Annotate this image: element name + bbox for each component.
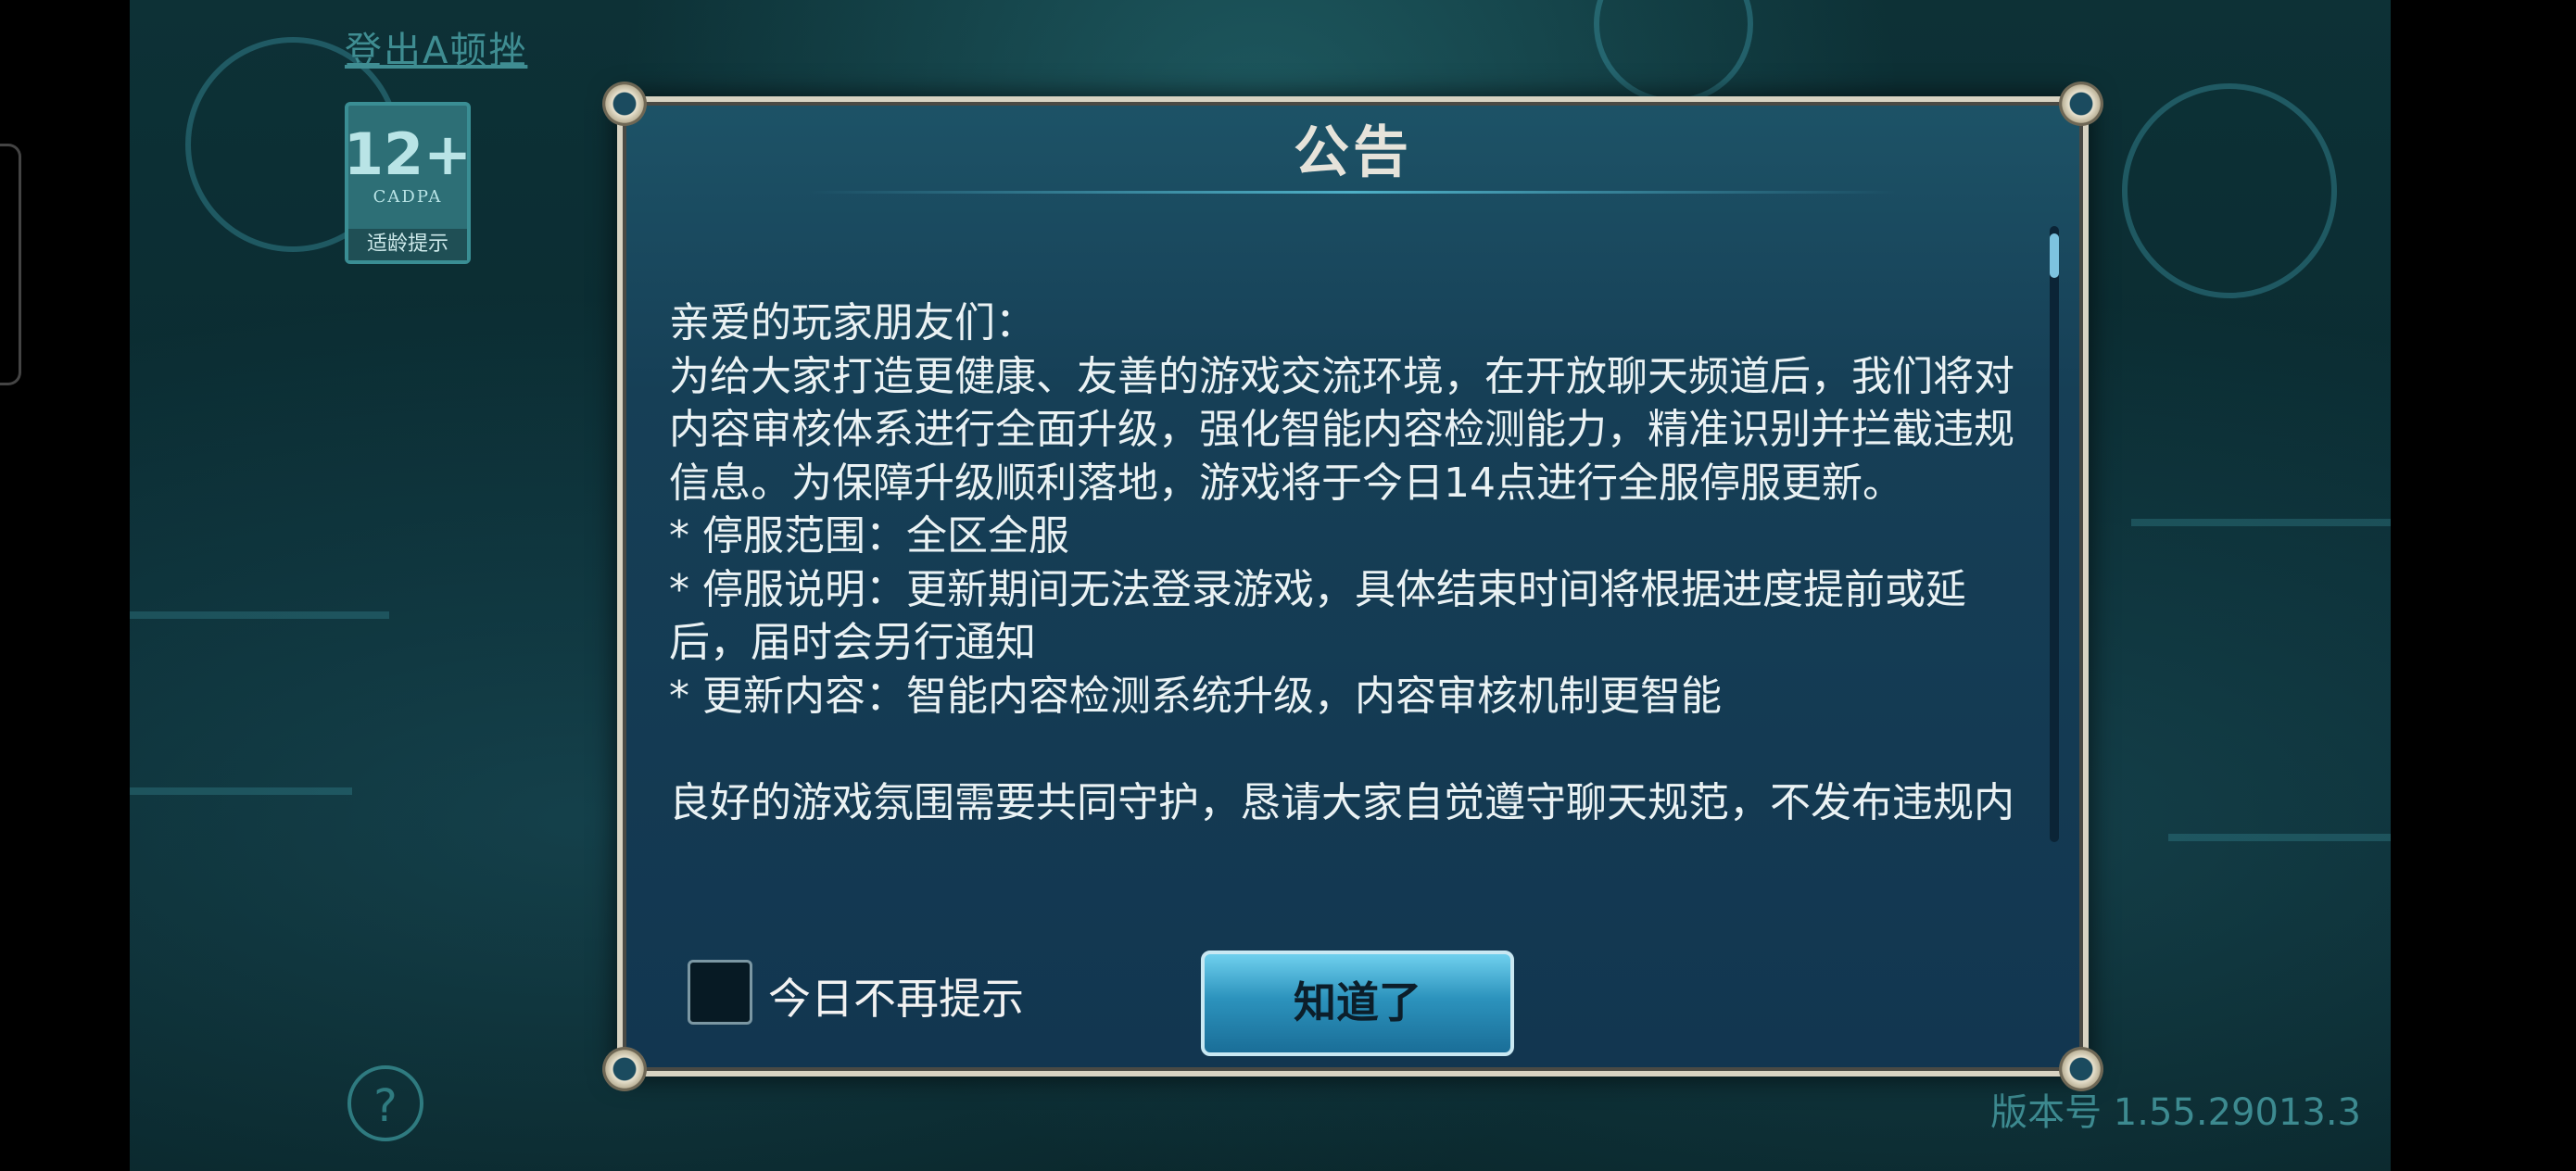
- circuit-decoration: [2122, 83, 2337, 298]
- acknowledge-button[interactable]: 知道了: [1201, 951, 1514, 1056]
- help-button[interactable]: ?: [347, 1065, 423, 1141]
- content-scrollbar[interactable]: [2050, 226, 2059, 842]
- device-notch: [0, 144, 21, 385]
- age-rating-org: CADPA: [373, 187, 443, 207]
- announcement-paragraph: * 停服说明：更新期间无法登录游戏，具体结束时间将根据进度提前或延后，届时会另行…: [669, 565, 1966, 667]
- dialog-title: 公告: [1294, 120, 1412, 185]
- announcement-paragraph: [669, 723, 2040, 776]
- dont-show-today-checkbox[interactable]: [688, 960, 752, 1025]
- announcement-paragraph: 为给大家打造更健康、友善的游戏交流环境，在开放聊天频道后，我们将对内容审核体系进…: [669, 352, 2014, 507]
- circuit-decoration: [1594, 0, 1753, 104]
- announcement-paragraph: 良好的游戏氛围需要共同守护，恳请大家自觉遵守聊天规范，不发布违规内容，同时积极参…: [669, 778, 2014, 826]
- circuit-trace: [130, 787, 352, 795]
- announcement-paragraph: 亲爱的玩家朋友们：: [669, 299, 1036, 346]
- age-rating-badge[interactable]: 12+ CADPA 适龄提示: [343, 102, 473, 264]
- logout-link[interactable]: 登出A顿挫: [345, 20, 527, 74]
- announcement-dialog: 公告 亲爱的玩家朋友们： 为给大家打造更健康、友善的游戏交流环境，在开放聊天频道…: [602, 82, 2103, 1091]
- corner-ornament: [2059, 1047, 2103, 1091]
- circuit-trace: [2168, 834, 2391, 841]
- circuit-trace: [2131, 519, 2391, 526]
- announcement-content[interactable]: 亲爱的玩家朋友们： 为给大家打造更健康、友善的游戏交流环境，在开放聊天频道后，我…: [669, 296, 2040, 829]
- circuit-trace: [130, 611, 389, 619]
- scrollbar-thumb[interactable]: [2050, 233, 2059, 278]
- dont-show-today-label[interactable]: 今日不再提示: [768, 965, 1024, 1026]
- announcement-paragraph: * 更新内容：智能内容检测系统升级，内容审核机制更智能: [669, 672, 1722, 720]
- corner-ornament: [602, 1047, 647, 1091]
- age-rating-number: 12+: [343, 120, 473, 188]
- announcement-paragraph: * 停服范围：全区全服: [669, 512, 1069, 560]
- age-rating-tip: 适龄提示: [348, 229, 467, 260]
- title-divider: [808, 191, 1898, 194]
- version-label: 版本号 1.55.29013.3: [1990, 1091, 2361, 1134]
